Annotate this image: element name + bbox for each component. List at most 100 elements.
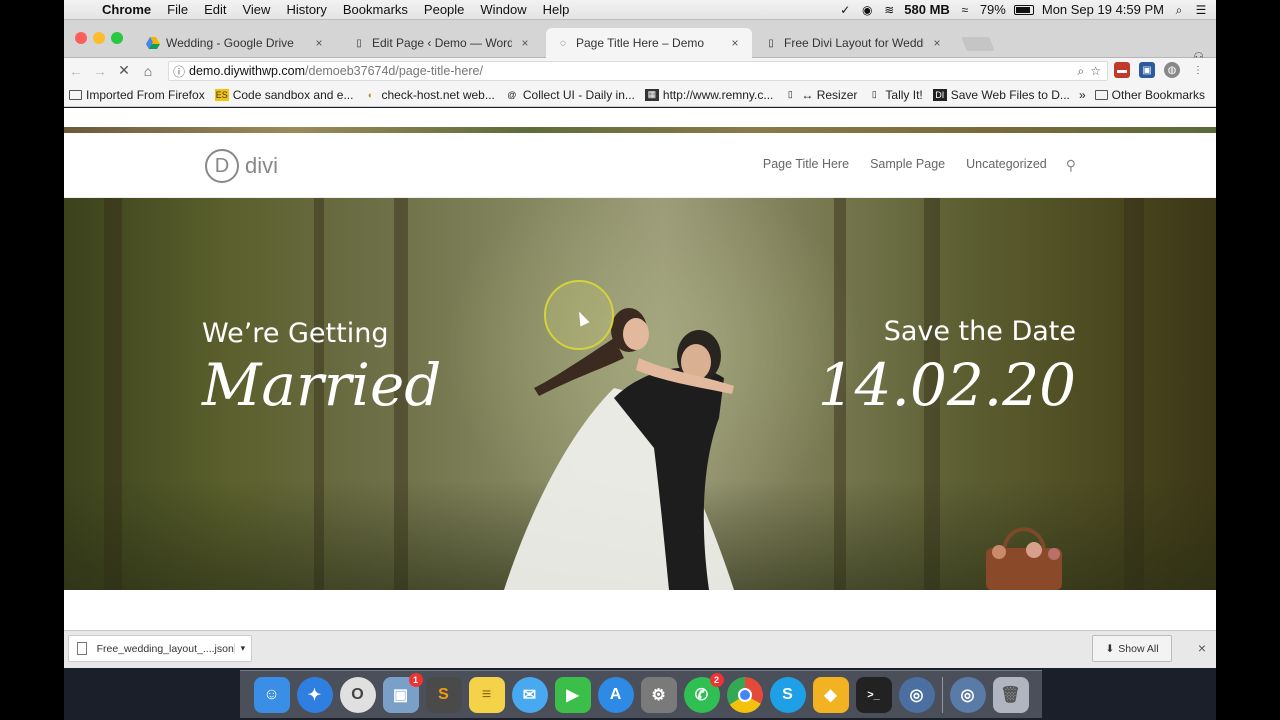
google-drive-icon <box>146 36 160 50</box>
divi-logo[interactable]: D divi <box>205 149 278 183</box>
menu-help[interactable]: Help <box>535 2 578 17</box>
chrome-icon[interactable] <box>726 676 763 713</box>
battery-percent[interactable]: 79% <box>980 2 1006 17</box>
bookmark-code-sandbox[interactable]: ES Code sandbox and e... <box>210 88 359 102</box>
app-store-icon[interactable]: A <box>597 676 634 713</box>
opera-icon[interactable]: O <box>339 676 376 713</box>
notification-center-icon[interactable]: ☰ <box>1194 3 1208 17</box>
tab-free-divi-layout[interactable]: ▯ Free Divi Layout for Wedding | × <box>754 28 954 58</box>
search-icon[interactable]: ⚲ <box>1066 157 1076 174</box>
download-item[interactable]: Free_wedding_layout_....json ▾ <box>68 635 252 662</box>
hero-title-married: Married <box>202 351 442 419</box>
bookmark-label: Other Bookmarks <box>1111 87 1205 102</box>
bookmark-save-web-files[interactable]: DI Save Web Files to D... <box>928 88 1075 102</box>
remny-icon: ▦ <box>644 88 659 101</box>
download-arrow-icon: ⬇ <box>1105 642 1115 655</box>
sublime-text-icon[interactable]: S <box>425 676 462 713</box>
tab-edit-page[interactable]: ▯ Edit Page ‹ Demo — WordPres × <box>342 28 542 58</box>
clock[interactable]: Mon Sep 19 4:59 PM <box>1042 2 1164 17</box>
wifi-status-icon[interactable]: ≋ <box>882 3 896 17</box>
menu-people[interactable]: People <box>416 2 472 17</box>
alfred-icon[interactable]: ◎ <box>898 676 935 713</box>
chrome-menu-icon[interactable]: ⋮ <box>1190 62 1206 78</box>
tab-title: Free Divi Layout for Wedding | <box>784 36 924 50</box>
trash-icon[interactable]: 🗑 <box>992 676 1029 713</box>
preview-icon[interactable]: ▣ 1 <box>382 672 423 713</box>
menu-view[interactable]: View <box>234 2 278 17</box>
back-button[interactable]: ← <box>64 63 88 79</box>
menu-history[interactable]: History <box>278 2 334 17</box>
url-host: demo.diywithwp.com <box>189 64 306 78</box>
bookmarks-overflow-button[interactable]: » <box>1079 88 1086 102</box>
spotlight-search-icon[interactable]: ⌕ <box>1172 3 1186 17</box>
bookmark-collect-ui[interactable]: @ Collect UI - Daily in... <box>500 88 640 102</box>
check-host-icon: ◐ <box>367 89 374 100</box>
finder-icon[interactable]: ☺ <box>253 676 290 713</box>
bookmark-label: Collect UI - Daily in... <box>522 87 635 102</box>
picnic-basket-image <box>986 527 1062 590</box>
memory-readout[interactable]: 580 MB <box>904 2 950 17</box>
record-icon[interactable]: ◉ <box>860 3 874 17</box>
bookmarks-bar: Imported From Firefox ES Code sandbox and… <box>64 83 1216 107</box>
minimize-window-button[interactable] <box>93 32 105 44</box>
menu-bookmarks[interactable]: Bookmarks <box>335 2 416 17</box>
close-tab-icon[interactable]: × <box>930 36 944 50</box>
facetime-icon[interactable]: ▶ <box>554 676 591 713</box>
menu-app-name[interactable]: Chrome <box>94 2 159 17</box>
close-tab-icon[interactable]: × <box>312 36 326 50</box>
bookmark-label: Code sandbox and e... <box>232 87 354 102</box>
sketch-icon[interactable]: ◆ <box>812 676 849 713</box>
nav-page-title-here[interactable]: Page Title Here <box>763 157 849 174</box>
tab-page-title-here[interactable]: ◌ Page Title Here – Demo × <box>546 28 752 58</box>
zoom-window-button[interactable] <box>111 32 123 44</box>
battery-icon[interactable] <box>1013 4 1034 15</box>
show-all-downloads-button[interactable]: ⬇ Show All <box>1092 635 1172 662</box>
extension-globe-icon[interactable]: ◍ <box>1164 62 1180 78</box>
check-circle-icon[interactable]: ✓ <box>838 3 852 17</box>
extension-red-icon[interactable]: ▬ <box>1114 62 1130 78</box>
system-preferences-icon[interactable]: ⚙ <box>640 676 677 713</box>
download-menu-chevron-icon[interactable]: ▾ <box>233 643 251 654</box>
skype-icon[interactable]: S <box>769 676 806 713</box>
logo-wordmark: divi <box>245 153 279 178</box>
bookmark-tally-it[interactable]: ▯ Tally It! <box>862 88 927 102</box>
wifi-icon[interactable]: ≈ <box>958 3 972 17</box>
close-tab-icon[interactable]: × <box>518 36 532 50</box>
nav-uncategorized[interactable]: Uncategorized <box>966 157 1047 174</box>
bookmark-other-bookmarks[interactable]: Other Bookmarks <box>1090 88 1210 102</box>
menu-edit[interactable]: Edit <box>196 2 234 17</box>
nav-sample-page[interactable]: Sample Page <box>870 157 945 174</box>
site-info-icon[interactable]: ⓘ <box>169 63 189 80</box>
new-tab-button[interactable] <box>961 37 995 51</box>
stop-loading-button[interactable]: ✕ <box>112 62 136 79</box>
safari-icon[interactable]: ✦ <box>296 676 333 713</box>
tab-wedding-google-drive[interactable]: Wedding - Google Drive × <box>136 28 336 58</box>
whatsapp-icon[interactable]: ✆ 2 <box>683 672 724 713</box>
menu-window[interactable]: Window <box>472 2 534 17</box>
home-button[interactable]: ⌂ <box>136 63 160 79</box>
notes-icon[interactable]: ≡ <box>468 676 505 713</box>
address-bar[interactable]: ⓘ demo.diywithwp.com/demoeb37674d/page-t… <box>168 61 1108 81</box>
close-downloads-bar-icon[interactable]: × <box>1198 640 1206 656</box>
download-filename: Free_wedding_layout_....json <box>96 642 234 655</box>
bookmark-label: Save Web Files to D... <box>950 87 1070 102</box>
dock-separator <box>941 676 943 713</box>
close-tab-icon[interactable]: × <box>728 36 742 50</box>
terminal-icon[interactable]: >_ <box>855 676 892 713</box>
collect-ui-icon: @ <box>507 89 517 100</box>
menu-file[interactable]: File <box>159 2 196 17</box>
show-all-label: Show All <box>1118 642 1159 655</box>
zoom-icon[interactable]: ⌕ <box>1078 64 1085 79</box>
bookmark-remny[interactable]: ▦ http://www.remny.c... <box>640 88 778 102</box>
bookmark-resizer[interactable]: ▯ ↔ Resizer <box>778 88 862 102</box>
extension-blue-icon[interactable]: ▣ <box>1139 62 1155 78</box>
forward-button[interactable]: → <box>88 63 112 79</box>
hero-date: 14.02.20 <box>817 351 1076 419</box>
messages-icon[interactable]: ✉ <box>511 676 548 713</box>
bookmark-imported-from-firefox[interactable]: Imported From Firefox <box>64 88 210 102</box>
bookmark-check-host[interactable]: ◐ check-host.net web... <box>358 88 499 102</box>
close-window-button[interactable] <box>75 32 87 44</box>
bookmark-star-icon[interactable]: ☆ <box>1090 64 1101 79</box>
quicktime-icon[interactable]: ◎ <box>949 676 986 713</box>
chrome-tab-strip: Wedding - Google Drive × ▯ Edit Page ‹ D… <box>64 20 1216 64</box>
